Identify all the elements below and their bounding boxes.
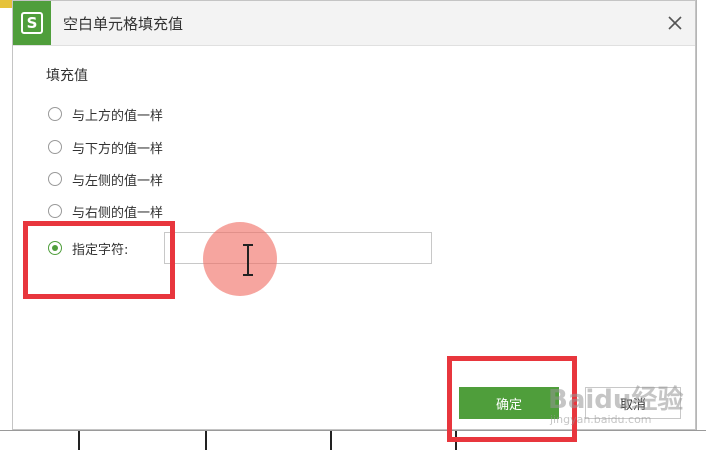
radio-button[interactable] [48,204,62,218]
click-indicator [203,222,277,296]
dialog-title: 空白单元格填充值 [63,15,184,33]
radio-button-selected[interactable] [48,241,62,255]
fill-value-section-label: 填充值 [46,68,88,84]
option-label: 与左侧的值一样 [72,173,164,189]
option-specified-char[interactable]: 指定字符: [48,237,128,259]
logo-letter: S [21,12,43,34]
option-same-as-below[interactable]: 与下方的值一样 [48,136,163,158]
option-label: 与上方的值一样 [72,108,164,124]
radio-button[interactable] [48,172,62,186]
radio-button[interactable] [48,140,62,154]
option-same-as-left[interactable]: 与左侧的值一样 [48,168,163,190]
text-cursor-icon [243,244,253,276]
option-label: 指定字符: [72,242,129,258]
close-icon [668,16,682,30]
radio-button[interactable] [48,107,62,121]
highlight-box-specified-char [23,221,175,299]
ok-button[interactable]: 确定 [459,387,559,419]
fill-blank-cells-dialog: S 空白单元格填充值 填充值 与上方的值一样 与下方的值一样 与左侧的值一样 与… [12,0,696,442]
spreadsheet-highlight-cell [0,0,12,8]
cancel-button[interactable]: 取消 [585,387,681,419]
option-label: 与下方的值一样 [72,141,164,157]
wps-logo-icon: S [13,1,51,45]
option-same-as-above[interactable]: 与上方的值一样 [48,103,163,125]
spreadsheet-bottom-row [0,430,706,450]
option-label: 与右侧的值一样 [72,205,164,221]
spreadsheet-right-column [696,0,706,449]
close-button[interactable] [663,11,687,35]
dialog-titlebar: S 空白单元格填充值 [13,1,695,46]
option-same-as-right[interactable]: 与右侧的值一样 [48,200,163,222]
